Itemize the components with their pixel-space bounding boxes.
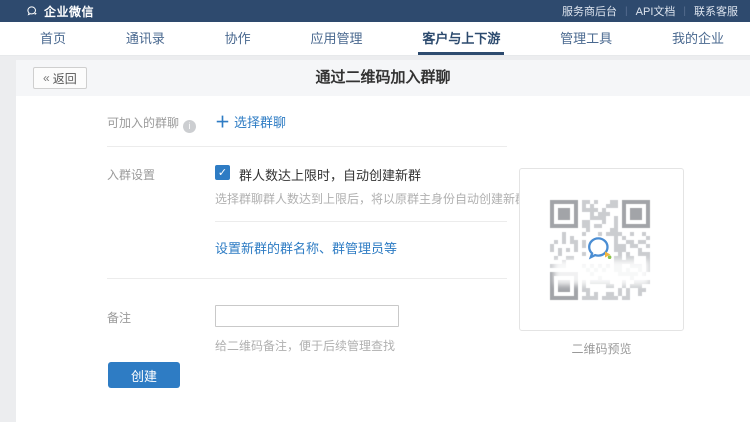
- joinable-group-label: 可加入的群聊 i: [107, 114, 196, 133]
- create-button[interactable]: 创建: [108, 362, 180, 388]
- wecom-logo-icon: [581, 231, 617, 267]
- plus-icon: ＋: [215, 114, 230, 131]
- qr-preview-card: [519, 168, 684, 331]
- topbar-link-support[interactable]: 联系客服: [694, 3, 738, 19]
- nav-item-my-company[interactable]: 我的企业: [672, 22, 724, 55]
- nav-bar: 首页 通讯录 协作 应用管理 客户与上下游 管理工具 我的企业: [0, 22, 750, 56]
- topbar-links: 服务商后台 | API文档 | 联系客服: [562, 3, 738, 19]
- back-label: 返回: [53, 70, 77, 87]
- qr-caption: 二维码预览: [519, 340, 684, 357]
- remark-hint: 给二维码备注，便于后续管理查找: [215, 337, 395, 354]
- remark-input[interactable]: [215, 305, 399, 327]
- join-settings-hint: 选择群聊群人数达到上限后，将以原群主身份自动创建新群: [215, 190, 527, 207]
- back-button[interactable]: « 返回: [33, 67, 87, 89]
- chat-bubble-icon: [25, 4, 39, 18]
- topbar-link-provider[interactable]: 服务商后台: [562, 3, 617, 19]
- checkmark-icon: ✓: [218, 167, 227, 179]
- info-icon[interactable]: i: [183, 120, 196, 133]
- auto-create-group-checkbox-label: 群人数达上限时，自动创建新群: [239, 165, 421, 184]
- main-panel: « 返回 通过二维码加入群聊 可加入的群聊 i ＋ 选择群聊 入群设置 ✓ 群人数达…: [16, 60, 750, 422]
- divider: |: [625, 6, 628, 17]
- nav-item-home[interactable]: 首页: [40, 22, 66, 55]
- divider: |: [683, 6, 686, 17]
- select-group-link-label: 选择群聊: [234, 115, 286, 130]
- panel-header: « 返回 通过二维码加入群聊: [16, 60, 750, 96]
- brand-logo[interactable]: 企业微信: [25, 3, 94, 20]
- divider: [215, 221, 507, 222]
- back-chevrons-icon: «: [43, 71, 50, 85]
- form-content: 可加入的群聊 i ＋ 选择群聊 入群设置 ✓ 群人数达上限时，自动创建新群 选择群聊…: [16, 96, 750, 422]
- topbar: 企业微信 服务商后台 | API文档 | 联系客服: [0, 0, 750, 22]
- group-settings-link[interactable]: 设置新群的群名称、群管理员等: [215, 238, 397, 257]
- page-title: 通过二维码加入群聊: [16, 60, 750, 96]
- nav-item-app-management[interactable]: 应用管理: [310, 22, 362, 55]
- divider: [107, 278, 507, 279]
- nav-item-admin-tools[interactable]: 管理工具: [560, 22, 612, 55]
- select-group-link[interactable]: ＋ 选择群聊: [215, 111, 286, 132]
- nav-item-collaboration[interactable]: 协作: [225, 22, 251, 55]
- auto-create-group-checkbox[interactable]: ✓: [215, 165, 230, 180]
- nav-item-contacts[interactable]: 通讯录: [126, 22, 165, 55]
- brand-name: 企业微信: [44, 3, 94, 20]
- nav-item-customers[interactable]: 客户与上下游: [422, 22, 500, 55]
- joinable-group-label-text: 可加入的群聊: [107, 116, 179, 130]
- divider: [107, 146, 507, 147]
- remark-label: 备注: [107, 309, 131, 326]
- topbar-link-api-docs[interactable]: API文档: [636, 3, 676, 19]
- join-settings-label: 入群设置: [107, 166, 155, 183]
